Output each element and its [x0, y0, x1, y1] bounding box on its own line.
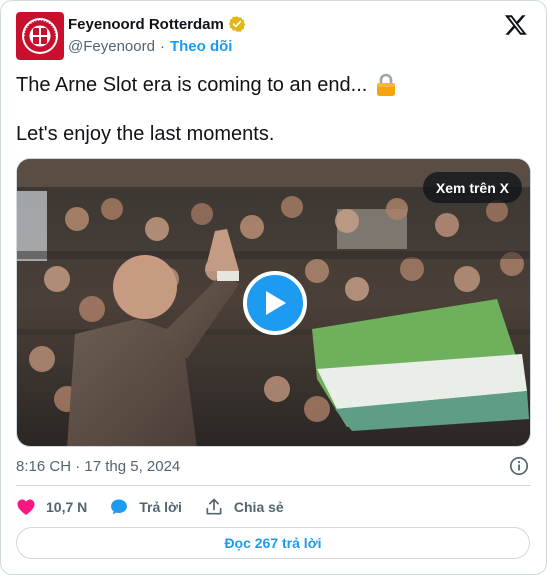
separator-dot: ·: [159, 38, 165, 55]
video-player[interactable]: Xem trên X: [16, 158, 531, 447]
post-timestamp[interactable]: 8:16 CH · 17 thg 5, 2024: [16, 458, 180, 475]
share-label: Chia sẻ: [233, 499, 284, 515]
share-icon: [206, 498, 222, 515]
handle-row: @Feyenoord · Theo dõi: [68, 38, 232, 55]
reply-label: Trả lời: [139, 499, 182, 515]
x-logo-icon[interactable]: [504, 13, 528, 37]
tweet-card: Feyenoord Rotterdam @Feyenoord · Theo dõ…: [0, 0, 547, 575]
like-count: 10,7 N: [46, 499, 88, 515]
avatar[interactable]: [16, 12, 64, 60]
post-text-line-2: Let's enjoy the last moments.: [16, 123, 275, 145]
post-text: The Arne Slot era is coming to an end...: [16, 73, 368, 96]
display-name[interactable]: Feyenoord Rotterdam: [68, 16, 224, 33]
action-bar: 10,7 N Trả lời Chia sẻ: [16, 495, 306, 519]
verified-badge-icon: [228, 16, 246, 32]
heart-icon: [17, 499, 35, 515]
divider: [16, 485, 531, 486]
like-button[interactable]: 10,7 N: [16, 497, 87, 517]
name-row: Feyenoord Rotterdam: [68, 15, 246, 33]
share-button[interactable]: Chia sẻ: [204, 497, 284, 517]
reply-bubble-icon: [111, 499, 128, 515]
view-on-x-button[interactable]: Xem trên X: [422, 172, 522, 203]
play-button[interactable]: [243, 271, 307, 335]
reply-button[interactable]: Trả lời: [109, 497, 182, 517]
feyenoord-logo-icon: [22, 18, 58, 54]
lock-icon: [377, 73, 396, 96]
play-icon: [266, 291, 286, 315]
read-replies-button[interactable]: Đọc 267 trả lời: [16, 527, 530, 559]
info-icon[interactable]: [509, 456, 529, 476]
account-handle[interactable]: @Feyenoord: [68, 38, 155, 55]
post-text-line-1: The Arne Slot era is coming to an end...: [16, 73, 397, 97]
follow-button[interactable]: Theo dõi: [170, 38, 233, 55]
